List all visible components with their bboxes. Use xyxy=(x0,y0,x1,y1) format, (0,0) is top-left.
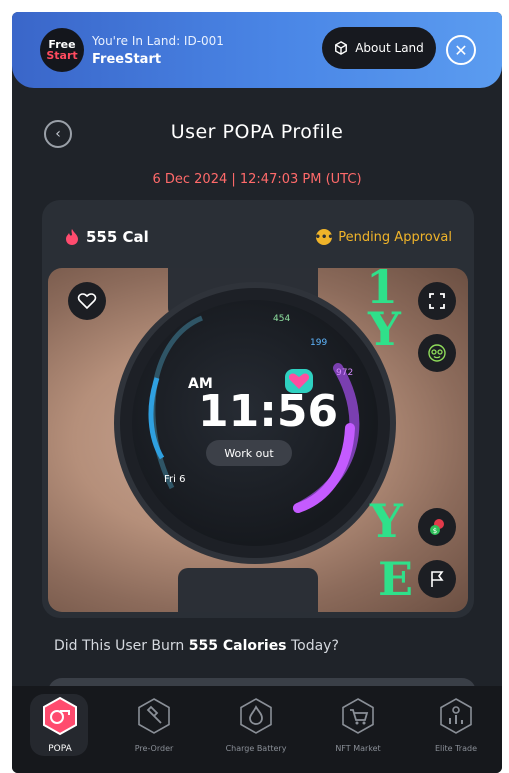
report-button[interactable] xyxy=(418,560,456,598)
flag-icon xyxy=(431,571,444,587)
page-title: User POPA Profile xyxy=(170,121,344,143)
nav-elite-trade[interactable]: Elite Trade xyxy=(416,696,496,753)
watch-time: 11:56 xyxy=(198,386,339,437)
cart-icon xyxy=(338,696,378,736)
calorie-count: 555 Cal xyxy=(64,228,149,246)
flame-icon xyxy=(66,229,78,245)
logo-text-start: Start xyxy=(46,49,78,62)
nav-label-nft-market: NFT Market xyxy=(335,744,381,753)
nav-pre-order[interactable]: Pre-Order xyxy=(114,696,194,753)
about-land-label: About Land xyxy=(355,41,424,55)
coins-icon: $ xyxy=(430,519,444,535)
nav-popa[interactable]: POPA xyxy=(20,696,100,754)
app-screen: Free Start You're In Land: ID-001 FreeSt… xyxy=(12,12,502,773)
face-verify-button[interactable] xyxy=(418,334,456,372)
question-highlight: 555 Calories xyxy=(188,638,287,654)
hammer-icon xyxy=(134,696,174,736)
watch-date: Fri 6 xyxy=(164,474,186,485)
watch-strap-bottom xyxy=(178,568,318,612)
nav-label-charge-battery: Charge Battery xyxy=(225,744,287,753)
land-banner: Free Start You're In Land: ID-001 FreeSt… xyxy=(12,12,502,88)
like-button[interactable] xyxy=(68,282,106,320)
battery-flame-icon xyxy=(236,696,276,736)
tip-button[interactable]: $ xyxy=(418,508,456,546)
question-suffix: Today? xyxy=(286,638,339,654)
status-badge: ••• Pending Approval xyxy=(315,229,452,245)
nav-label-popa: POPA xyxy=(48,744,72,754)
floor-count: 199 xyxy=(310,338,328,348)
step-count: 454 xyxy=(273,314,291,324)
calorie-value: 555 Cal xyxy=(86,228,149,246)
burn-question: Did This User Burn 555 Calories Today? xyxy=(54,638,339,654)
land-id-label: You're In Land: ID-001 xyxy=(92,34,224,48)
svg-text:$: $ xyxy=(433,527,437,535)
status-label: Pending Approval xyxy=(338,229,452,245)
heart-outline-icon xyxy=(77,293,97,310)
annotation-2: Y xyxy=(368,302,401,356)
annotation-3: Y xyxy=(370,494,403,548)
question-prefix: Did This User Burn xyxy=(54,638,189,654)
proof-photo[interactable]: 454 199 972 AM 11:56 Work out Fri 6 $ 1 … xyxy=(48,268,468,612)
nav-charge-battery[interactable]: Charge Battery xyxy=(216,696,296,753)
annotation-4: E xyxy=(378,552,414,606)
freestart-logo: Free Start xyxy=(40,28,84,72)
fullscreen-button[interactable] xyxy=(418,282,456,320)
timestamp: 6 Dec 2024 | 12:47:03 PM (UTC) xyxy=(152,172,362,187)
cube-icon xyxy=(335,41,348,55)
expand-icon xyxy=(429,293,445,309)
distance-count: 972 xyxy=(336,368,354,378)
whistle-icon xyxy=(40,696,80,736)
face-glasses-icon xyxy=(428,344,446,362)
land-name: FreeStart xyxy=(92,52,162,67)
popa-card: 555 Cal ••• Pending Approval 454 199 972 xyxy=(42,200,474,618)
nav-label-elite-trade: Elite Trade xyxy=(434,744,477,753)
workout-chip: Work out xyxy=(206,440,292,466)
pending-icon: ••• xyxy=(315,229,334,245)
close-icon[interactable]: ✕ xyxy=(446,35,476,65)
land-info: You're In Land: ID-001 FreeStart xyxy=(92,34,224,67)
nav-nft-market[interactable]: NFT Market xyxy=(318,696,398,753)
trade-icon xyxy=(436,696,476,736)
about-land-button[interactable]: About Land xyxy=(322,27,436,69)
nav-label-pre-order: Pre-Order xyxy=(134,744,174,753)
